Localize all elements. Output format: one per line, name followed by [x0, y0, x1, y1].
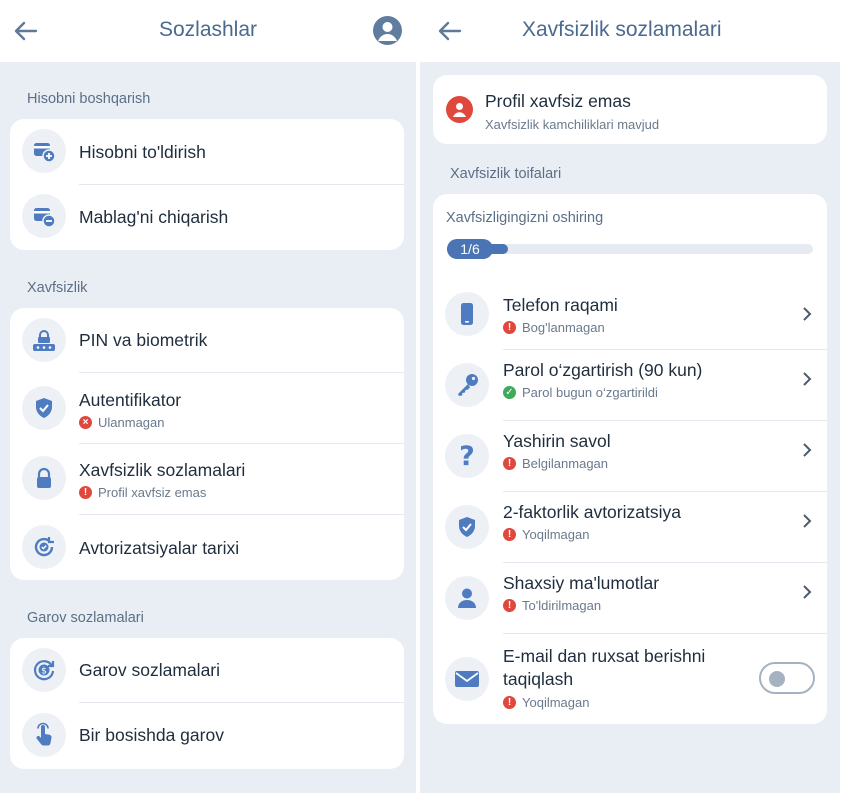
personal-data-item[interactable]: Shaxsiy ma'lumotlar ! To'ldirilmagan: [433, 563, 827, 633]
mail-icon: [445, 657, 489, 701]
security-settings-label: Xavfsizlik sozlamalari: [79, 460, 246, 480]
topup-label: Hisobni to'ldirish: [79, 142, 206, 162]
history-check-icon: [22, 525, 66, 569]
one-tap-collateral-item[interactable]: Bir bosishda garov: [10, 703, 404, 769]
progress-count: 1/6: [447, 239, 493, 259]
alert-subtitle: Xavfsizlik kamchiliklari mavjud: [485, 117, 660, 132]
user-icon: [445, 576, 489, 620]
alert-icon: !: [503, 696, 516, 709]
chevron-right-icon: [803, 307, 812, 321]
alert-icon: !: [503, 321, 516, 334]
categories-card: Xavfsizligingizni oshiring 1/6 Telefon r…: [433, 194, 827, 724]
shield-check-icon: [445, 505, 489, 549]
status-text: Yoqilmagan: [522, 527, 590, 542]
withdraw-item[interactable]: Mablag'ni chiqarish: [10, 185, 404, 250]
arrow-left-icon[interactable]: [436, 17, 464, 45]
chevron-right-icon: [803, 514, 812, 528]
secret-question-item[interactable]: ? Yashirin savol ! Belgilanmagan: [433, 421, 827, 491]
password-label: Parol o‘zgartirish (90 kun): [503, 360, 703, 380]
pin-biometric-item[interactable]: PIN va biometrik: [10, 308, 404, 372]
status-text: Parol bugun o‘zgartirildi: [522, 385, 658, 400]
section-label-account: Hisobni boshqarish: [27, 91, 151, 107]
phone-label: Telefon raqami: [503, 295, 618, 315]
svg-text:$: $: [41, 666, 47, 676]
authenticator-item[interactable]: Autentifikator × Ulanmagan: [10, 373, 404, 443]
alert-circle-icon: [446, 96, 473, 123]
settings-header: Sozlashlar: [0, 0, 416, 62]
section-label-categories: Xavfsizlik toifalari: [450, 166, 562, 182]
two-factor-item[interactable]: 2-faktorlik avtorizatsiya ! Yoqilmagan: [433, 492, 827, 562]
status-text: Belgilanmagan: [522, 456, 609, 471]
security-card: PIN va biometrik Autentifikator × Ulanma…: [10, 308, 404, 580]
user-circle-icon[interactable]: [373, 16, 402, 45]
security-settings-item[interactable]: Xavfsizlik sozlamalari ! Profil xavfsiz …: [10, 444, 404, 514]
lock-icon: [22, 456, 66, 500]
phone-status: ! Bog'lanmagan: [503, 320, 605, 335]
alert-icon: !: [503, 599, 516, 612]
section-label-security: Xavfsizlik: [27, 280, 88, 296]
withdraw-label: Mablag'ni chiqarish: [79, 207, 229, 227]
email-restriction-toggle[interactable]: [759, 662, 815, 694]
auth-history-label: Avtorizatsiyalar tarixi: [79, 538, 240, 558]
wallet-minus-icon: [22, 194, 66, 238]
status-text: Yoqilmagan: [522, 695, 590, 710]
wallet-plus-icon: [22, 129, 66, 173]
progress-bar: 1/6: [447, 239, 813, 259]
collateral-settings-item[interactable]: $ Garov sozlamalari: [10, 638, 404, 702]
phone-item[interactable]: Telefon raqami ! Bog'lanmagan: [433, 279, 827, 349]
secret-question-label: Yashirin savol: [503, 431, 611, 451]
x-circle-icon: ×: [79, 416, 92, 429]
chevron-right-icon: [803, 443, 812, 457]
progress-label: Xavfsizligingizni oshiring: [446, 210, 604, 226]
collateral-settings-label: Garov sozlamalari: [79, 660, 221, 680]
two-factor-label: 2-faktorlik avtorizatsiya: [503, 502, 681, 522]
password-status: ✓ Parol bugun o‘zgartirildi: [503, 385, 658, 400]
phone-icon: [445, 292, 489, 336]
secret-question-status: ! Belgilanmagan: [503, 456, 608, 471]
chevron-right-icon: [803, 372, 812, 386]
topup-item[interactable]: Hisobni to'ldirish: [10, 119, 404, 184]
alert-icon: !: [503, 528, 516, 541]
tap-hand-icon: [22, 713, 66, 757]
password-item[interactable]: Parol o‘zgartirish (90 kun) ✓ Parol bugu…: [433, 350, 827, 420]
section-label-collateral: Garov sozlamalari: [27, 610, 144, 626]
status-text: To'ldirilmagan: [522, 598, 602, 613]
alert-icon: !: [79, 486, 92, 499]
pin-biometric-label: PIN va biometrik: [79, 330, 208, 350]
email-status: ! Yoqilmagan: [503, 695, 589, 710]
page-title: Xavfsizlik sozlamalari: [522, 18, 722, 41]
personal-data-label: Shaxsiy ma'lumotlar: [503, 573, 660, 593]
authenticator-status: × Ulanmagan: [79, 415, 165, 430]
alert-card[interactable]: Profil xavfsiz emas Xavfsizlik kamchilik…: [433, 75, 827, 144]
status-text: Ulanmagan: [98, 415, 165, 430]
status-text: Bog'lanmagan: [522, 320, 605, 335]
key-icon: [445, 363, 489, 407]
auth-history-item[interactable]: Avtorizatsiyalar tarixi: [10, 515, 404, 580]
settings-screen: Sozlashlar Hisobni boshqarish Hisobni to…: [0, 0, 416, 793]
status-text: Profil xavfsiz emas: [98, 485, 207, 500]
coin-cycle-icon: $: [22, 648, 66, 692]
page-title: Sozlashlar: [158, 18, 258, 41]
question-icon: ?: [445, 434, 489, 478]
one-tap-collateral-label: Bir bosishda garov: [79, 725, 224, 745]
security-header: Xavfsizlik sozlamalari: [420, 0, 840, 62]
pin-keypad-icon: [22, 318, 66, 362]
security-settings-screen: Xavfsizlik sozlamalari Profil xavfsiz em…: [420, 0, 840, 793]
chevron-right-icon: [803, 585, 812, 599]
check-circle-icon: ✓: [503, 386, 516, 399]
shield-check-icon: [22, 386, 66, 430]
toggle-knob: [769, 671, 785, 687]
collateral-card: $ Garov sozlamalari Bir bosishda garov: [10, 638, 404, 769]
alert-title: Profil xavfsiz emas: [485, 91, 631, 111]
account-card: Hisobni to'ldirish Mablag'ni chiqarish: [10, 119, 404, 250]
email-restriction-item: E-mail dan ruxsat berishni taqiqlash ! Y…: [433, 634, 827, 724]
email-label-line2: taqiqlash: [503, 669, 574, 689]
alert-icon: !: [503, 457, 516, 470]
security-settings-status: ! Profil xavfsiz emas: [79, 485, 206, 500]
personal-data-status: ! To'ldirilmagan: [503, 598, 601, 613]
email-label-line1: E-mail dan ruxsat berishni: [503, 646, 706, 666]
authenticator-label: Autentifikator: [79, 390, 182, 410]
two-factor-status: ! Yoqilmagan: [503, 527, 589, 542]
